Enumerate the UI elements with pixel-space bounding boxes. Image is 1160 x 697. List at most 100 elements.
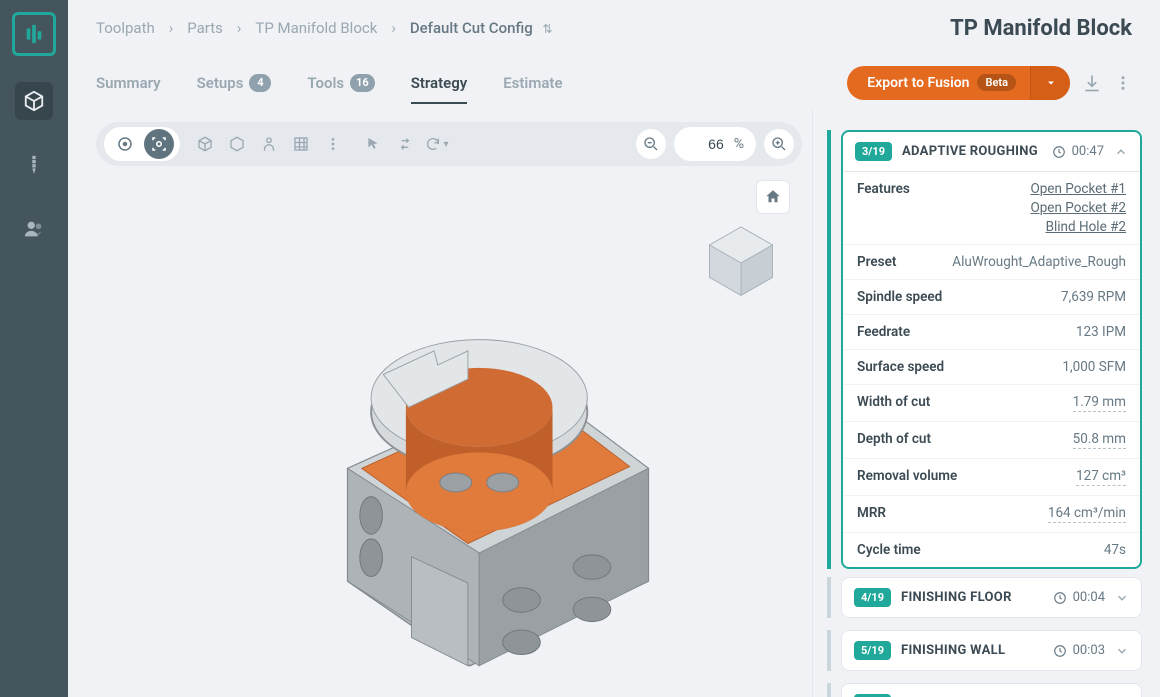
export-button[interactable]: Export to Fusion Beta	[847, 66, 1070, 100]
setups-count-badge: 4	[249, 74, 271, 92]
op-header[interactable]: 3/19 ADAPTIVE ROUGHING 00:47	[843, 132, 1140, 171]
chevron-right-icon: ›	[237, 19, 242, 37]
param-value: 1,000 SFM	[1062, 359, 1126, 375]
op-time: 00:04	[1073, 590, 1105, 605]
more-vertical-icon	[325, 136, 341, 152]
target-icon	[116, 135, 134, 153]
tab-summary[interactable]: Summary	[96, 58, 161, 108]
clock-icon	[1053, 644, 1067, 658]
logo[interactable]	[12, 12, 56, 56]
op-header[interactable]: 6/19 FINISHING WALL 00:04	[842, 684, 1141, 697]
app-sidebar	[0, 0, 68, 697]
param-label: MRR	[857, 505, 886, 523]
download-icon	[1082, 73, 1102, 93]
scan-icon	[150, 135, 168, 153]
param-row: Surface speed 1,000 SFM	[843, 350, 1140, 385]
grid-icon	[292, 135, 310, 153]
feature-link[interactable]: Open Pocket #2	[1030, 200, 1126, 216]
refresh-tool[interactable]	[390, 129, 420, 159]
step-badge: 5/19	[854, 641, 891, 660]
op-title: FINISHING WALL	[901, 643, 1005, 658]
rotate-mode[interactable]	[110, 129, 140, 159]
zoom-input[interactable]	[686, 135, 726, 153]
param-value: 47s	[1104, 542, 1126, 558]
export-dropdown[interactable]	[1030, 66, 1070, 100]
zoom-in-button[interactable]	[764, 129, 794, 159]
view-front[interactable]	[254, 129, 284, 159]
zoom-field[interactable]: %	[674, 127, 756, 161]
select-tool[interactable]	[358, 129, 388, 159]
breadcrumb: Toolpath › Parts › TP Manifold Block › D…	[96, 19, 553, 37]
crumb-part[interactable]: TP Manifold Block	[255, 19, 377, 37]
home-icon	[764, 188, 782, 206]
more-button[interactable]	[1114, 74, 1132, 92]
tab-estimate[interactable]: Estimate	[503, 58, 562, 108]
viewport[interactable]	[96, 174, 802, 685]
param-row: Depth of cut 50.8 mm	[843, 422, 1140, 459]
crumb-parts[interactable]: Parts	[187, 19, 223, 37]
op-title: FINISHING FLOOR	[901, 590, 1012, 605]
zoom-out-icon	[643, 136, 659, 152]
dolly-mode[interactable]	[144, 129, 174, 159]
logo-icon	[23, 23, 45, 45]
clock-icon	[1052, 145, 1066, 159]
param-label: Feedrate	[857, 324, 910, 340]
op-card: 6/19 FINISHING WALL 00:04	[841, 683, 1142, 697]
feature-link[interactable]: Blind Hole #2	[1046, 219, 1126, 235]
param-row: Spindle speed7,639 RPM	[843, 280, 1140, 315]
param-label: Spindle speed	[857, 289, 942, 305]
page-title: TP Manifold Block	[950, 16, 1132, 41]
tab-strategy[interactable]: Strategy	[411, 58, 468, 108]
feature-link[interactable]: Open Pocket #1	[1030, 181, 1126, 197]
chevron-right-icon: ›	[169, 19, 174, 37]
zoom-out-button[interactable]	[636, 129, 666, 159]
op-card: 5/19 FINISHING WALL 00:03	[841, 630, 1142, 671]
tab-setups[interactable]: Setups 4	[197, 58, 272, 108]
param-value: AluWrought_Adaptive_Rough	[952, 254, 1126, 270]
nav-team[interactable]	[15, 210, 53, 248]
swap-icon	[397, 136, 413, 152]
view-more1[interactable]	[318, 129, 348, 159]
tab-tools[interactable]: Tools 16	[307, 58, 374, 108]
param-label: Preset	[857, 254, 896, 270]
param-row: MRR 164 cm³/min	[843, 496, 1140, 533]
chevron-right-icon: ›	[391, 19, 396, 37]
nav-parts[interactable]	[15, 82, 53, 120]
op-header[interactable]: 5/19 FINISHING WALL 00:03	[842, 631, 1141, 670]
view-grid[interactable]	[286, 129, 316, 159]
param-value: 164 cm³/min	[1048, 505, 1126, 523]
param-value: 50.8 mm	[1073, 431, 1126, 449]
hexagon-icon	[228, 135, 246, 153]
render-tool[interactable]: ▾	[422, 129, 452, 159]
cube-outline-icon	[196, 135, 214, 153]
tools-count-badge: 16	[350, 74, 375, 92]
op-time: 00:03	[1073, 643, 1105, 658]
crumb-root[interactable]: Toolpath	[96, 19, 155, 37]
view-cube[interactable]	[190, 129, 220, 159]
param-value: 127 cm³	[1076, 468, 1126, 486]
home-view-button[interactable]	[756, 180, 790, 214]
op-header[interactable]: 4/19 FINISHING FLOOR 00:04	[842, 578, 1141, 617]
param-row: Cycle time47s	[843, 533, 1140, 567]
cursor-icon	[365, 136, 381, 152]
people-icon	[23, 218, 45, 240]
param-row: Feedrate123 IPM	[843, 315, 1140, 350]
param-label: Removal volume	[857, 468, 957, 486]
nav-tools[interactable]	[15, 146, 53, 184]
refresh-icon	[425, 136, 441, 152]
op-title: ADAPTIVE ROUGHING	[902, 144, 1038, 159]
param-label: Depth of cut	[857, 431, 931, 449]
zoom-unit: %	[734, 136, 744, 152]
param-row: Removal volume 127 cm³	[843, 459, 1140, 496]
param-label: Surface speed	[857, 359, 944, 375]
download-button[interactable]	[1082, 73, 1102, 93]
view-wire[interactable]	[222, 129, 252, 159]
chevron-down-icon	[1115, 644, 1129, 658]
features-label: Features	[857, 181, 910, 235]
orientation-cube[interactable]	[696, 218, 786, 308]
tabs: Summary Setups 4 Tools 16 Strategy Estim…	[96, 58, 563, 108]
clock-icon	[1053, 591, 1067, 605]
crumb-config[interactable]: Default Cut Config ⇅	[410, 19, 553, 37]
cube-icon	[23, 90, 45, 112]
step-badge: 4/19	[854, 588, 891, 607]
